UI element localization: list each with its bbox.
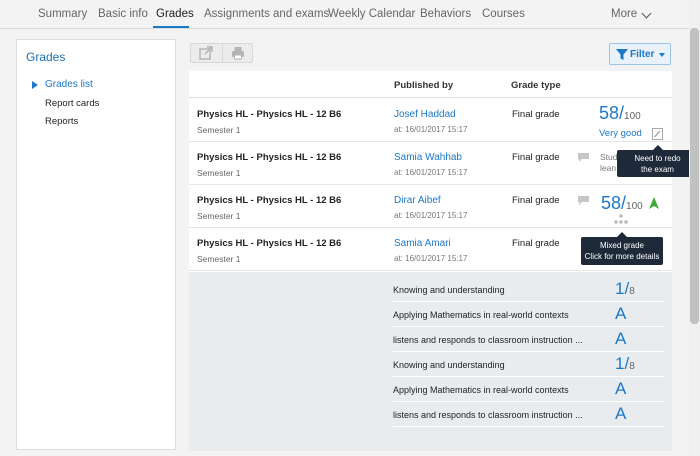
- grade-type: Final grade: [512, 109, 560, 120]
- filter-label: Filter: [630, 49, 655, 60]
- comment-icon[interactable]: [577, 152, 590, 163]
- tab-weekly-calendar[interactable]: Weekly Calendar: [328, 8, 415, 20]
- criteria-label: Applying Mathematics in real-world conte…: [393, 310, 569, 320]
- sidebar-item-report-cards[interactable]: Report cards: [45, 98, 99, 109]
- tab-courses[interactable]: Courses: [482, 8, 525, 20]
- column-header-published-by: Published by: [394, 80, 454, 91]
- grade-score[interactable]: 58/100: [601, 193, 643, 214]
- active-item-arrow-icon: [32, 81, 38, 89]
- criteria-row: listens and responds to classroom instru…: [393, 328, 665, 352]
- trend-up-arrow-icon: [649, 197, 659, 209]
- criteria-row: listens and responds to classroom instru…: [393, 403, 665, 427]
- tab-behaviors[interactable]: Behaviors: [420, 8, 471, 20]
- semester: Semester 1: [197, 254, 241, 264]
- criteria-value: A: [615, 379, 627, 398]
- tab-grades[interactable]: Grades: [156, 8, 194, 20]
- toolbar-button-group: [190, 43, 253, 63]
- tab-basic-info[interactable]: Basic info: [98, 8, 148, 20]
- teacher-link[interactable]: Samia Wahhab: [394, 152, 462, 163]
- grade-rating: Very good: [599, 128, 642, 139]
- tab-assignments-and-exams[interactable]: Assignments and exams: [204, 8, 329, 20]
- comment-preview: Stud lean: [600, 152, 618, 173]
- grade-type: Final grade: [512, 195, 560, 206]
- criteria-row: Knowing and understanding 1/8: [393, 278, 665, 302]
- table-row[interactable]: Physics HL - Physics HL - 12 B6 Semester…: [189, 142, 672, 185]
- course-name: Physics HL - Physics HL - 12 B6: [197, 195, 342, 206]
- export-button[interactable]: [191, 44, 222, 62]
- print-icon: [232, 47, 244, 60]
- grade-score[interactable]: 58/100: [599, 103, 641, 124]
- tab-summary[interactable]: Summary: [38, 8, 87, 20]
- criteria-label: Knowing and understanding: [393, 360, 505, 370]
- sidebar-item-reports[interactable]: Reports: [45, 116, 78, 127]
- filter-funnel-icon: [616, 49, 628, 60]
- more-menu-button[interactable]: More: [611, 8, 637, 20]
- semester: Semester 1: [197, 211, 241, 221]
- table-row[interactable]: Physics HL - Physics HL - 12 B6 Semester…: [189, 185, 672, 228]
- mixed-grade-dots-icon[interactable]: [613, 214, 629, 226]
- criteria-row: Applying Mathematics in real-world conte…: [393, 378, 665, 402]
- note-icon[interactable]: [652, 128, 663, 140]
- published-date: at: 16/01/2017 15:17: [394, 168, 468, 177]
- filter-button[interactable]: Filter: [609, 43, 671, 65]
- column-header-grade-type: Grade type: [511, 80, 561, 91]
- redo-exam-tooltip: Need to redo the exam: [617, 145, 698, 177]
- course-name: Physics HL - Physics HL - 12 B6: [197, 238, 342, 249]
- table-row[interactable]: Physics HL - Physics HL - 12 B6 Semester…: [189, 99, 672, 142]
- top-navigation: Summary Basic info Grades Assignments an…: [0, 0, 700, 29]
- criteria-value: 1/8: [615, 354, 635, 373]
- criteria-detail-panel: Knowing and understanding 1/8 Applying M…: [189, 272, 672, 451]
- criteria-label: listens and responds to classroom instru…: [393, 335, 583, 345]
- sidebar-item-grades-list[interactable]: Grades list: [45, 79, 93, 90]
- published-date: at: 16/01/2017 15:17: [394, 211, 468, 220]
- criteria-label: Applying Mathematics in real-world conte…: [393, 385, 569, 395]
- scrollbar-thumb[interactable]: [690, 28, 699, 324]
- teacher-link[interactable]: Dirar Aibef: [394, 195, 441, 206]
- grade-type: Final grade: [512, 238, 560, 249]
- table-header: Published by Grade type: [189, 71, 672, 98]
- criteria-value: A: [615, 304, 627, 323]
- active-tab-indicator: [153, 26, 189, 28]
- grade-type: Final grade: [512, 152, 560, 163]
- semester: Semester 1: [197, 125, 241, 135]
- caret-down-icon: [659, 53, 665, 57]
- semester: Semester 1: [197, 168, 241, 178]
- chevron-down-icon[interactable]: [641, 8, 652, 19]
- export-icon: [199, 46, 213, 60]
- print-button[interactable]: [223, 44, 254, 62]
- course-name: Physics HL - Physics HL - 12 B6: [197, 152, 342, 163]
- course-name: Physics HL - Physics HL - 12 B6: [197, 109, 342, 120]
- comment-icon[interactable]: [577, 195, 590, 206]
- published-date: at: 16/01/2017 15:17: [394, 254, 468, 263]
- teacher-link[interactable]: Josef Haddad: [394, 109, 456, 120]
- criteria-row: Knowing and understanding 1/8: [393, 353, 665, 377]
- mixed-grade-tooltip: Mixed grade Click for more details: [581, 232, 663, 265]
- criteria-label: listens and responds to classroom instru…: [393, 410, 583, 420]
- published-date: at: 16/01/2017 15:17: [394, 125, 468, 134]
- criteria-value: A: [615, 404, 627, 423]
- grades-sidebar: Grades Grades list Report cards Reports: [16, 39, 176, 450]
- criteria-label: Knowing and understanding: [393, 285, 505, 295]
- criteria-row: Applying Mathematics in real-world conte…: [393, 303, 665, 327]
- teacher-link[interactable]: Samia Amari: [394, 238, 451, 249]
- criteria-value: A: [615, 329, 627, 348]
- criteria-value: 1/8: [615, 279, 635, 298]
- sidebar-title: Grades: [26, 50, 66, 64]
